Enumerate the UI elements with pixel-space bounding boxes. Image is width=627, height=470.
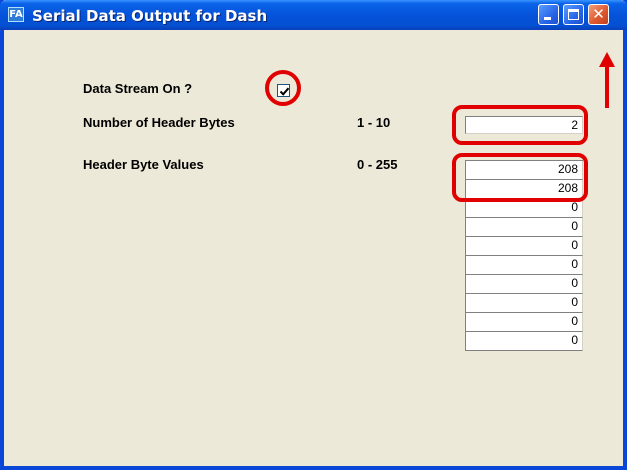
- header-values-range: 0 - 255: [357, 157, 398, 172]
- header-byte-field-10[interactable]: 0: [466, 332, 583, 351]
- header-byte-field-8[interactable]: 0: [466, 294, 583, 313]
- close-icon: ✕: [592, 5, 605, 23]
- header-byte-field-7[interactable]: 0: [466, 275, 583, 294]
- maximize-button[interactable]: [563, 4, 584, 25]
- minimize-icon: [544, 17, 551, 20]
- maximize-icon: [568, 9, 579, 20]
- highlight-box-header-count: [452, 105, 588, 145]
- window-title: Serial Data Output for Dash: [32, 7, 268, 25]
- header-byte-field-4[interactable]: 0: [466, 218, 583, 237]
- header-values-label: Header Byte Values: [83, 157, 204, 172]
- header-bytes-label: Number of Header Bytes: [83, 115, 235, 130]
- close-button[interactable]: ✕: [588, 4, 609, 25]
- data-stream-label: Data Stream On ?: [83, 81, 193, 96]
- up-arrow-icon: [599, 52, 615, 108]
- highlight-box-header-values: [452, 153, 588, 202]
- header-bytes-range: 1 - 10: [357, 115, 391, 130]
- highlight-circle-checkbox: [265, 70, 301, 106]
- header-byte-field-5[interactable]: 0: [466, 237, 583, 256]
- app-icon[interactable]: FA: [8, 7, 24, 22]
- header-byte-field-6[interactable]: 0: [466, 256, 583, 275]
- header-byte-field-9[interactable]: 0: [466, 313, 583, 332]
- title-bar[interactable]: FA Serial Data Output for Dash ✕: [0, 0, 627, 30]
- minimize-button[interactable]: [538, 4, 559, 25]
